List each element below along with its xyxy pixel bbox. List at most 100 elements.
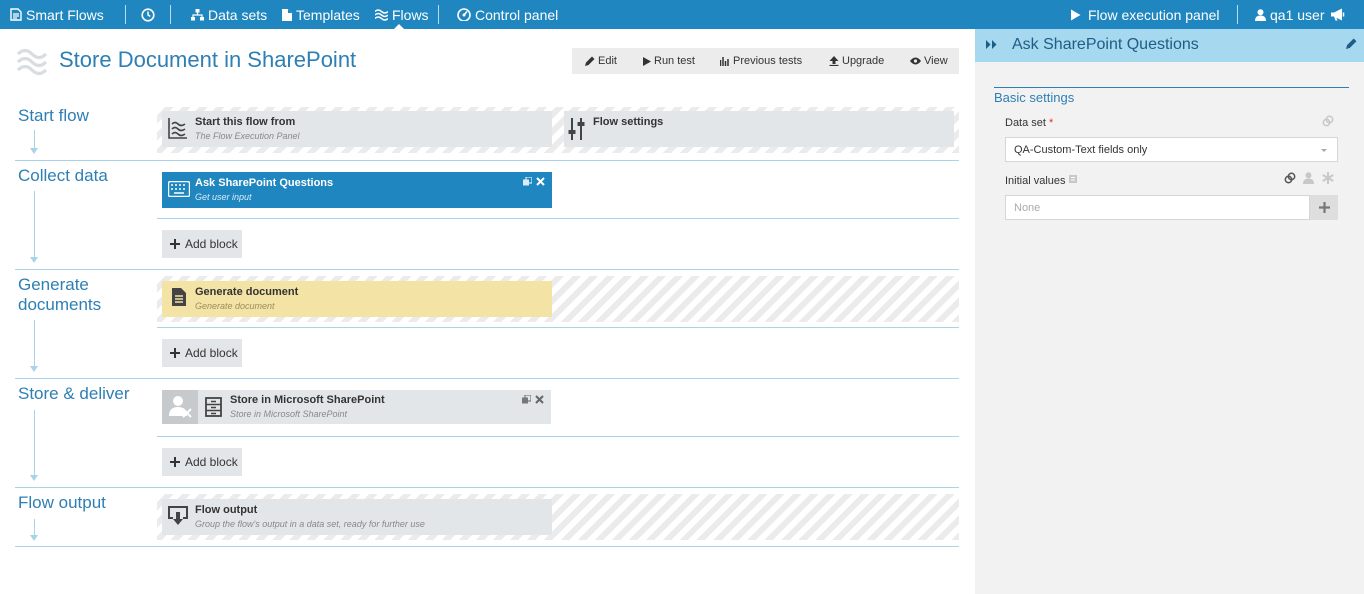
generate-document-block[interactable]: Generate document Generate document (162, 281, 552, 317)
view-button[interactable]: View (910, 48, 948, 74)
nav-flow-execution-panel-label: Flow execution panel (1088, 6, 1220, 23)
block-settings-panel: Ask SharePoint Questions Basic settings … (975, 29, 1364, 594)
block-subtitle: Get user input (195, 192, 252, 202)
block-title: Generate document (195, 286, 299, 298)
clock-icon (141, 7, 155, 22)
nav-control-panel[interactable]: Control panel (457, 0, 558, 29)
initial-values-label: Initial values (1005, 175, 1077, 187)
flow-settings-block[interactable]: Flow settings (564, 111, 954, 147)
bar-chart-icon (720, 56, 729, 66)
previous-tests-button[interactable]: Previous tests (720, 48, 802, 74)
flow-editor: Store Document in SharePoint Edit Run te… (0, 29, 975, 594)
stage-connector (34, 519, 35, 535)
add-block-label: Add block (185, 346, 238, 360)
play-icon (1071, 9, 1081, 20)
link-icon[interactable] (1284, 172, 1296, 184)
user-icon[interactable] (1303, 172, 1314, 184)
block-subtitle: Group the flow's output in a data set, r… (195, 519, 425, 529)
block-title: Flow output (195, 504, 258, 516)
sliders-icon (568, 118, 585, 140)
stage-divider (15, 269, 959, 270)
keyboard-icon (168, 181, 190, 197)
panel-title: Ask SharePoint Questions (1012, 36, 1199, 53)
ask-sharepoint-questions-block[interactable]: Ask SharePoint Questions Get user input (162, 172, 552, 208)
nav-templates[interactable]: Templates (282, 0, 360, 29)
initial-values-label-text: Initial values (1005, 175, 1066, 187)
add-initial-value-button[interactable] (1310, 195, 1338, 220)
upgrade-button[interactable]: Upgrade (829, 48, 884, 74)
stage-connector (34, 320, 35, 366)
edit-button-label: Edit (598, 55, 617, 67)
user-removed-icon (169, 396, 192, 418)
block-title: Flow settings (593, 116, 664, 128)
run-test-button[interactable]: Run test (643, 48, 695, 74)
stage-divider (15, 378, 959, 379)
pencil-icon[interactable] (1346, 38, 1357, 49)
stage-connector (34, 130, 35, 148)
stage-label-collect-data: Collect data (18, 166, 108, 185)
upgrade-button-label: Upgrade (842, 55, 885, 67)
basic-settings-heading: Basic settings (994, 90, 1075, 105)
archive-drawer-icon (205, 397, 222, 417)
document-icon (282, 8, 292, 21)
flow-output-block[interactable]: Flow output Group the flow's output in a… (162, 499, 552, 535)
announcements-button[interactable] (1331, 0, 1350, 29)
history-button[interactable] (141, 0, 159, 29)
megaphone-icon (1331, 8, 1345, 21)
plus-icon (170, 348, 180, 358)
row-divider (157, 436, 959, 437)
store-in-sharepoint-block[interactable]: Store in Microsoft SharePoint Store in M… (162, 390, 551, 424)
run-test-button-label: Run test (654, 55, 695, 67)
eye-icon (910, 57, 921, 65)
data-set-select[interactable]: QA-Custom-Text fields only (1005, 137, 1338, 162)
asterisk-icon[interactable] (1322, 172, 1334, 184)
user-menu[interactable]: qa1 user (1255, 0, 1324, 29)
info-note-icon[interactable] (1068, 175, 1077, 183)
data-set-select-value: QA-Custom-Text fields only (1014, 144, 1148, 156)
user-icon (1255, 8, 1266, 21)
stage-label-generate-documents: Generate documents (18, 275, 102, 314)
add-block-button-collect[interactable]: Add block (162, 230, 242, 258)
collapse-panel-icon[interactable] (986, 40, 997, 49)
block-title: Start this flow from (195, 116, 296, 128)
copy-icon[interactable] (523, 177, 532, 186)
block-status-cell (162, 390, 198, 424)
document-lines-icon (172, 288, 186, 306)
close-icon[interactable] (535, 395, 544, 404)
required-indicator: * (1049, 117, 1054, 129)
close-icon[interactable] (536, 177, 545, 186)
link-icon[interactable] (1322, 115, 1334, 127)
nav-flow-execution-panel[interactable]: Flow execution panel (1070, 0, 1220, 29)
nav-divider (125, 5, 126, 24)
sitemap-icon (191, 8, 204, 20)
plus-icon (170, 239, 180, 249)
nav-data-sets-label: Data sets (208, 6, 268, 23)
add-block-button-generate[interactable]: Add block (162, 339, 242, 367)
stage-label-store-deliver: Store & deliver (18, 384, 130, 403)
pencil-icon (585, 56, 595, 66)
copy-icon[interactable] (522, 395, 531, 404)
nav-brand[interactable]: Smart Flows (10, 0, 104, 29)
flow-actions-toolbar: Edit Run test Previous tests Upgrade Vie… (572, 48, 959, 74)
stage-label-flow-output: Flow output (18, 493, 106, 512)
edit-button[interactable]: Edit (585, 48, 617, 74)
initial-values-input[interactable]: None (1005, 195, 1310, 220)
data-set-label-text: Data set (1005, 117, 1046, 129)
output-download-icon (168, 506, 188, 525)
page-title: Store Document in SharePoint (59, 47, 357, 72)
stage-label-start-flow: Start flow (18, 106, 89, 125)
add-block-button-store[interactable]: Add block (162, 448, 242, 476)
view-button-label: View (924, 55, 948, 67)
previous-tests-button-label: Previous tests (733, 55, 803, 67)
stage-arrow (30, 475, 38, 481)
flow-start-icon (168, 118, 187, 139)
data-set-label: Data set * (1005, 117, 1053, 129)
nav-divider (170, 5, 171, 24)
nav-control-panel-label: Control panel (475, 6, 559, 23)
flows-icon (375, 8, 388, 21)
nav-data-sets[interactable]: Data sets (191, 0, 267, 29)
start-trigger-block[interactable]: Start this flow from The Flow Execution … (162, 111, 552, 147)
stage-divider (15, 487, 959, 488)
panel-header: Ask SharePoint Questions (975, 29, 1364, 62)
upload-icon (829, 56, 839, 66)
